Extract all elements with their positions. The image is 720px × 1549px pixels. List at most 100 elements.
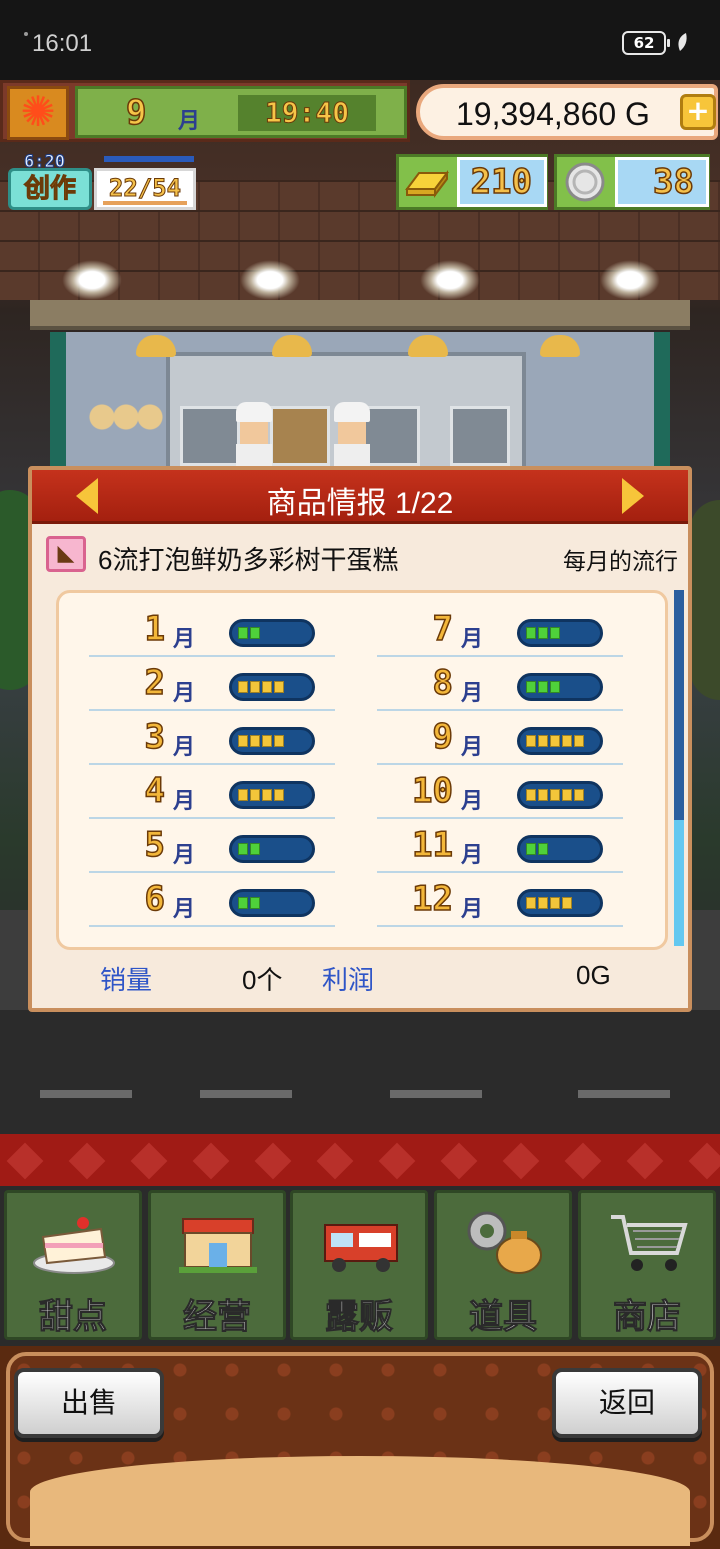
month-unit: 月	[461, 843, 484, 868]
cart-icon	[611, 1215, 688, 1271]
monthly-trend-label: 每月的流行	[563, 548, 678, 574]
gauge-segment	[526, 843, 536, 855]
menu-street-stall-button[interactable]: 露贩	[290, 1190, 428, 1340]
popularity-gauge	[229, 727, 315, 755]
gauge-segment	[550, 681, 560, 693]
menu-divider-strip	[0, 1134, 720, 1190]
menu-management-button[interactable]: 经营	[148, 1190, 286, 1340]
gauge-segment	[238, 735, 248, 747]
gauge-segment	[250, 897, 260, 909]
panel-header: 商品情报 1/22	[32, 470, 688, 524]
menu-items-button[interactable]: 道具	[434, 1190, 572, 1340]
month-number: 12	[411, 878, 453, 920]
gauge-segment	[574, 735, 584, 747]
popularity-gauge	[229, 619, 315, 647]
next-page-arrow-icon[interactable]	[622, 478, 644, 514]
gauge-segment	[550, 897, 560, 909]
popularity-gauge	[517, 673, 603, 701]
month-unit: 月	[173, 843, 196, 868]
game-clock: 19:40	[238, 95, 376, 131]
month-number: 6	[144, 878, 166, 920]
gauge-segment	[526, 681, 536, 693]
gauge-segment	[526, 789, 536, 801]
ceiling-lamp	[420, 260, 480, 300]
gauge-segment	[550, 627, 560, 639]
create-status[interactable]: 6:20 创作 22/54	[8, 152, 196, 212]
add-money-button[interactable]: +	[680, 94, 716, 130]
gauge-segment	[526, 627, 536, 639]
gauge-segment	[274, 789, 284, 801]
menu-label: 经营	[183, 1298, 252, 1337]
create-count: 22/54	[94, 168, 196, 210]
month-unit: 月	[173, 789, 196, 814]
status-time: 16:01	[32, 30, 93, 57]
month-number: 4	[144, 770, 166, 812]
gauge-segment	[250, 843, 260, 855]
tree	[690, 500, 720, 700]
month-number: 5	[144, 824, 166, 866]
back-button[interactable]: 返回	[552, 1368, 702, 1438]
oven	[450, 406, 510, 466]
shop-beam	[30, 300, 690, 330]
ceiling-lamp	[600, 260, 660, 300]
gauge-segment	[550, 789, 560, 801]
main-menu: 甜点 经营 露贩 道具 商店	[0, 1186, 720, 1346]
status-bar: 16:01 62	[0, 0, 720, 80]
month-box: 9 月 19:40	[75, 86, 407, 138]
gauge-segment	[238, 897, 248, 909]
battery-icon: 62	[622, 31, 670, 55]
month-trend-row: 5月	[89, 823, 335, 873]
menu-store-button[interactable]: 商店	[578, 1190, 716, 1340]
monthly-trend-grid: 1 月 2 月 3 月 4 月 5 月 6 月 7 月 8 月 9 月 10 月 11 月 12 月	[56, 590, 668, 950]
month-trend-row: 8月	[377, 661, 623, 711]
month-unit: 月	[461, 681, 484, 706]
food-truck-icon	[324, 1224, 398, 1272]
month-trend-row: 9月	[377, 715, 623, 765]
gauge-segment	[538, 897, 548, 909]
gauge-segment	[238, 843, 248, 855]
month-number: 9	[432, 716, 454, 758]
sales-label: 销量	[100, 965, 153, 995]
menu-label: 露贩	[325, 1298, 394, 1337]
gold-bar-resource[interactable]: 210	[396, 154, 548, 210]
date-time-bar: ✺ 9 月 19:40	[0, 80, 410, 142]
gauge-segment	[550, 735, 560, 747]
profit-value: 0G	[576, 960, 611, 990]
product-info-panel: 商品情报 1/22 ◣ 6流打泡鲜奶多彩树干蛋糕 每月的流行 1月2月3月4月5…	[28, 466, 692, 1012]
month-trend-row: 6月	[89, 877, 335, 927]
create-progress-bar	[104, 156, 194, 162]
month-unit: 月	[173, 681, 196, 706]
leaf-icon	[678, 33, 687, 51]
gauge-segment	[274, 735, 284, 747]
month-unit: 月	[461, 897, 484, 922]
month-unit: 月	[461, 789, 484, 814]
popularity-gauge	[517, 835, 603, 863]
bread-display	[86, 392, 166, 442]
month-number: 1	[144, 608, 166, 650]
gauge-segment	[526, 897, 536, 909]
gauge-segment	[562, 789, 572, 801]
month-unit: 月	[461, 627, 484, 652]
sell-button[interactable]: 出售	[14, 1368, 164, 1438]
popularity-gauge	[229, 781, 315, 809]
gauge-segment	[562, 897, 572, 909]
panel-title: 商品情报 1/22	[266, 487, 454, 520]
month-trend-row: 2月	[89, 661, 335, 711]
coin-count: 38	[615, 157, 709, 207]
menu-dessert-button[interactable]: 甜点	[4, 1190, 142, 1340]
coin-resource[interactable]: 38	[554, 154, 710, 210]
road-lane-mark	[390, 1090, 482, 1098]
chef-character[interactable]	[236, 402, 272, 472]
menu-label: 道具	[469, 1298, 538, 1337]
scrollbar-thumb[interactable]	[674, 590, 684, 820]
gauge-segment	[238, 681, 248, 693]
month-unit: 月	[173, 735, 196, 760]
bottom-tray	[30, 1456, 690, 1546]
month-unit: 月	[461, 735, 484, 760]
cake-icon	[33, 1217, 115, 1274]
month-unit: 月	[173, 627, 196, 652]
oven	[180, 406, 240, 466]
money-display: 19,394,860 G +	[416, 84, 718, 140]
current-month: 9	[125, 92, 147, 134]
chef-character[interactable]	[334, 402, 370, 472]
